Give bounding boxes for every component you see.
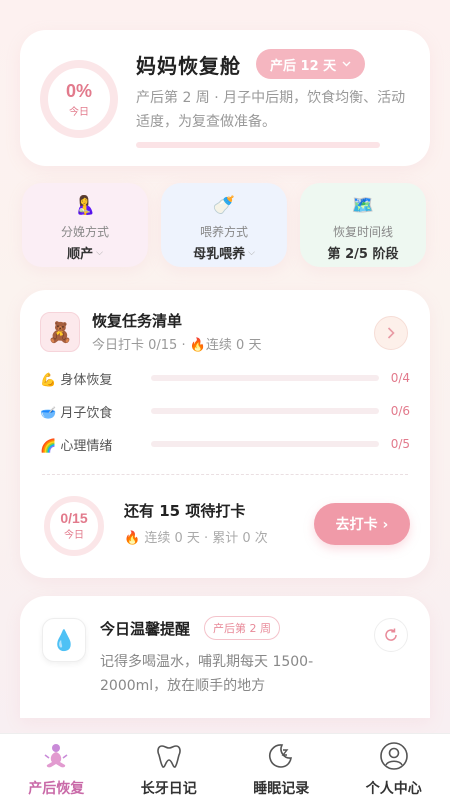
task-row-mood[interactable]: 🌈 心理情绪 0/5 <box>40 434 410 454</box>
task-row-label: 月子饮食 <box>60 405 113 421</box>
task-progress-track <box>151 408 379 414</box>
refresh-icon <box>385 628 397 641</box>
task-row-label: 身体恢复 <box>60 372 113 388</box>
stage-progress-bar <box>136 142 380 148</box>
user-icon <box>378 740 410 772</box>
postpartum-days-label: 产后 12 天 <box>270 58 337 74</box>
daily-progress-ring: 0% 今日 <box>40 60 118 138</box>
rainbow-icon: 🌈 <box>40 438 57 454</box>
task-progress-track <box>151 375 379 381</box>
refresh-button[interactable] <box>374 618 408 652</box>
tab-label: 睡眠记录 <box>253 781 310 797</box>
tab-postpartum-recovery[interactable]: 产后恢复 <box>0 734 113 800</box>
checkin-ring-value: 0/15 <box>60 510 88 526</box>
bottom-tab-bar: 产后恢复 长牙日记 睡眠记录 个人中心 <box>0 733 450 800</box>
task-row-label-wrap: 💪 身体恢复 <box>40 369 130 388</box>
chevron-right-icon <box>387 327 395 339</box>
chevron-down-icon: ⌵ <box>96 247 103 258</box>
recovery-timeline-value: 第 2/5 阶段 <box>327 247 399 262</box>
fire-icon: 🔥 <box>189 338 206 353</box>
moon-sleep-icon <box>265 740 297 772</box>
feeding-method-label: 喂养方式 <box>199 225 248 239</box>
streak-count: 连续 0 天 <box>205 338 262 353</box>
tooth-icon <box>153 740 185 772</box>
progress-percent-label: 今日 <box>69 106 89 118</box>
checklist-subtitle: 今日打卡 0/15 · 🔥连续 0 天 <box>92 338 262 353</box>
task-row-label-wrap: 🌈 心理情绪 <box>40 435 130 454</box>
recovery-summary-card: 0% 今日 妈妈恢复舱 产后 12 天 产后第 2 周 · 月子中后期，饮食均衡… <box>20 30 430 166</box>
pending-tasks-text: 还有 15 项待打卡 <box>124 502 246 520</box>
teddy-bear-icon: 🧸 <box>40 312 80 352</box>
tab-profile[interactable]: 个人中心 <box>338 734 450 800</box>
delivery-method-card[interactable]: 🤱 分娩方式 顺产 ⌵ <box>22 183 148 267</box>
reminder-title: 今日温馨提醒 <box>100 620 191 638</box>
daily-reminder-card: 💧 今日温馨提醒 产后第 2 周 记得多喝温水，哺乳期每天 1500-2000m… <box>20 596 430 718</box>
baby-bottle-icon: 🍼 <box>212 195 236 216</box>
feeding-method-card[interactable]: 🍼 喂养方式 母乳喂养 ⌵ <box>161 183 287 267</box>
task-row-value: 0/6 <box>390 404 410 418</box>
delivery-method-value: 顺产 <box>67 247 94 262</box>
task-progress-track <box>151 441 379 447</box>
divider <box>42 474 408 475</box>
tab-teething-diary[interactable]: 长牙日记 <box>113 734 226 800</box>
water-drop-icon: 💧 <box>42 618 86 662</box>
bowl-icon: 🥣 <box>40 405 57 421</box>
chevron-down-icon: ⌵ <box>248 247 255 258</box>
fire-icon: 🔥 <box>124 531 141 546</box>
reminder-stage-tag: 产后第 2 周 <box>204 616 280 640</box>
checklist-open-button[interactable] <box>374 316 408 350</box>
checkin-ring-label: 今日 <box>64 530 84 541</box>
map-icon: 🗺️ <box>351 195 375 216</box>
task-row-label-wrap: 🥣 月子饮食 <box>40 402 130 421</box>
reminder-text: 记得多喝温水，哺乳期每天 1500-2000ml，放在顺手的地方 <box>100 654 314 694</box>
delivery-method-value-wrap: 顺产 ⌵ <box>67 243 103 262</box>
streak-summary-text: 连续 0 天 · 累计 0 次 <box>144 531 268 546</box>
recovery-timeline-value-wrap: 第 2/5 阶段 <box>328 243 399 262</box>
tab-label: 产后恢复 <box>28 781 85 797</box>
checkin-ring: 0/15 今日 <box>44 496 104 556</box>
stage-description: 产后第 2 周 · 月子中后期，饮食均衡、活动适度，为复查做准备。 <box>136 90 406 130</box>
checklist-title: 恢复任务清单 <box>92 312 183 330</box>
tab-label: 长牙日记 <box>140 781 197 797</box>
postpartum-days-badge[interactable]: 产后 12 天 <box>256 49 366 79</box>
muscle-icon: 💪 <box>40 372 57 388</box>
checkin-button[interactable]: 去打卡 › <box>314 503 410 545</box>
feeding-method-value: 母乳喂养 <box>193 247 246 262</box>
task-row-diet[interactable]: 🥣 月子饮食 0/6 <box>40 401 410 421</box>
checkin-count: 今日打卡 0/15 <box>92 338 178 353</box>
mother-icon: 🤱 <box>73 195 97 216</box>
delivery-method-label: 分娩方式 <box>60 225 109 239</box>
task-row-label: 心理情绪 <box>60 438 113 454</box>
recovery-timeline-card[interactable]: 🗺️ 恢复时间线 第 2/5 阶段 <box>300 183 426 267</box>
progress-percent: 0% <box>65 80 92 101</box>
recovery-task-checklist: 🧸 恢复任务清单 今日打卡 0/15 · 🔥连续 0 天 💪 身体恢复 0/4 … <box>20 290 430 578</box>
streak-summary: 🔥 连续 0 天 · 累计 0 次 <box>124 527 268 546</box>
tab-sleep-record[interactable]: 睡眠记录 <box>225 734 338 800</box>
page-title: 妈妈恢复舱 <box>136 54 241 78</box>
task-row-value: 0/5 <box>390 437 410 451</box>
feeding-method-value-wrap: 母乳喂养 ⌵ <box>193 243 255 262</box>
tab-label: 个人中心 <box>365 781 422 797</box>
task-row-value: 0/4 <box>390 371 410 385</box>
mother-meditate-icon <box>40 740 72 772</box>
recovery-timeline-label: 恢复时间线 <box>332 225 393 239</box>
task-row-body[interactable]: 💪 身体恢复 0/4 <box>40 368 410 388</box>
chevron-down-icon <box>342 61 351 67</box>
